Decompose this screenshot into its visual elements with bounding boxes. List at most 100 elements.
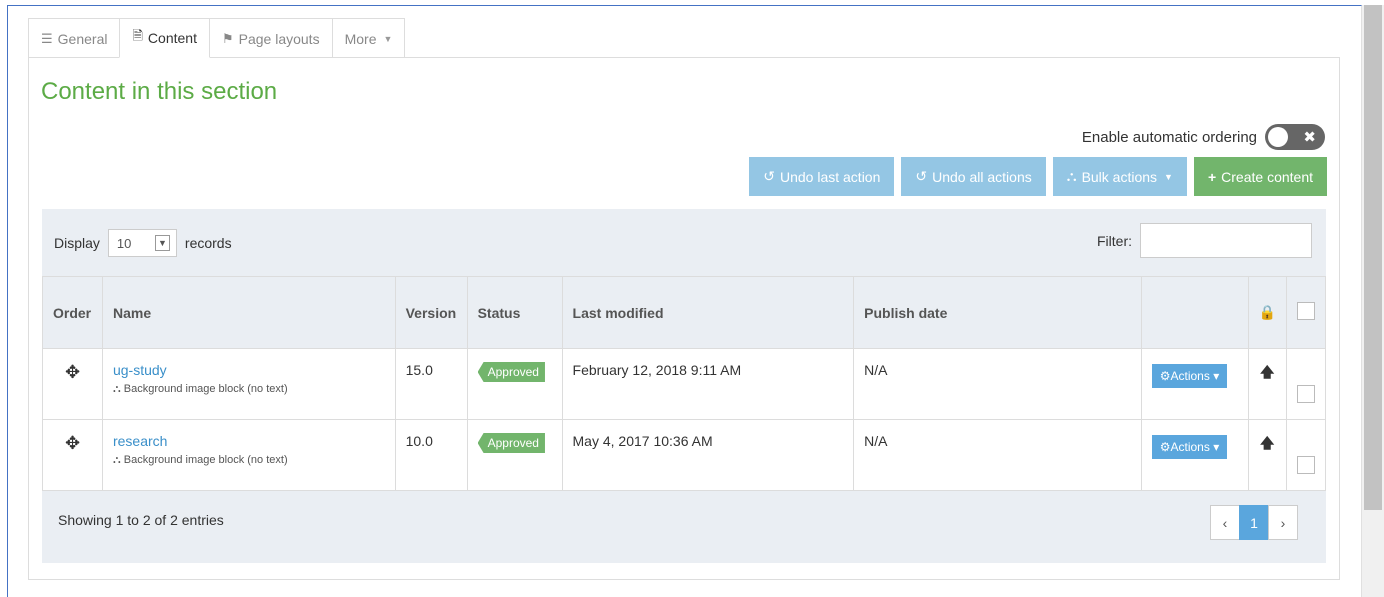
pagination: ‹ 1 › (1210, 505, 1298, 540)
bulk-actions-label: Bulk actions (1081, 168, 1158, 185)
col-version[interactable]: Version (394, 276, 468, 349)
undo-last-button[interactable]: ↺ Undo last action (749, 157, 895, 196)
col-actions (1140, 276, 1249, 349)
gear-icon: ⚙ (1159, 440, 1171, 454)
actions-dropdown[interactable]: ⚙Actions ▾ (1151, 435, 1228, 459)
content-table: Order Name Version Status Last modified … (42, 276, 1327, 491)
last-modified-cell: May 4, 2017 10:36 AM (561, 419, 855, 491)
undo-icon: ↺ (915, 168, 928, 184)
status-cell: Approved (466, 348, 563, 420)
row-checkbox[interactable] (1296, 385, 1315, 403)
create-content-button[interactable]: + Create content (1193, 157, 1327, 196)
prev-page-button[interactable]: ‹ (1210, 505, 1240, 540)
table-row: ✥ ug-study ⛬ Background image block (no … (42, 348, 1327, 420)
close-icon: ✖ (1303, 129, 1316, 146)
page-1-button[interactable]: 1 (1239, 505, 1269, 540)
lock-icon: 🔒 (1258, 304, 1276, 320)
content-type: ⛬ Background image block (no text) (113, 383, 385, 396)
filter-label: Filter: (1097, 232, 1132, 249)
content-link[interactable]: research (113, 433, 385, 449)
action-buttons: ↺ Undo last action ↺ Undo all actions ⛬ … (749, 157, 1327, 196)
undo-all-button[interactable]: ↺ Undo all actions (901, 157, 1046, 196)
bulk-actions-button[interactable]: ⛬ Bulk actions ▼ (1052, 157, 1187, 196)
col-publish-date[interactable]: Publish date (853, 276, 1142, 349)
filter-input[interactable] (1140, 223, 1312, 258)
tab-page-layouts[interactable]: ⚑ Page layouts (208, 18, 333, 58)
vertical-scrollbar[interactable] (1362, 5, 1384, 597)
name-cell: ug-study ⛬ Background image block (no te… (101, 348, 396, 420)
tab-more-label: More (344, 30, 377, 47)
content-type-label: Background image block (no text) (123, 454, 288, 466)
tab-general[interactable]: ☰ General (28, 18, 121, 58)
cubes-icon: ⛬ (112, 454, 124, 466)
version-cell: 10.0 (394, 419, 468, 491)
select-all-checkbox[interactable] (1296, 302, 1315, 320)
col-name[interactable]: Name (101, 276, 396, 349)
table-row: ✥ research ⛬ Background image block (no … (42, 419, 1327, 491)
records-select[interactable]: 10 ▼ (107, 229, 177, 257)
scrollbar-thumb[interactable] (1364, 5, 1382, 510)
arrow-up-icon[interactable]: 🡅 (1260, 435, 1274, 451)
sliders-icon: ☰ (41, 30, 53, 46)
col-status[interactable]: Status (466, 276, 563, 349)
plus-icon: + (1207, 168, 1217, 185)
actions-cell: ⚙Actions ▾ (1140, 419, 1249, 491)
auto-ordering-toggle[interactable]: ✖ (1265, 124, 1325, 150)
toggle-knob (1268, 127, 1288, 147)
undo-last-label: Undo last action (779, 168, 881, 185)
content-panel: Content in this section Enable automatic… (28, 57, 1340, 580)
actions-dropdown[interactable]: ⚙Actions ▾ (1151, 364, 1228, 388)
display-records-control: Display 10 ▼ records (54, 229, 232, 257)
actions-label: Actions (1170, 369, 1210, 383)
col-lock: 🔒 (1247, 276, 1287, 349)
col-order[interactable]: Order (42, 276, 103, 349)
caret-down-icon: ▼ (383, 33, 393, 44)
content-link[interactable]: ug-study (113, 362, 385, 378)
move-up-cell: 🡅 (1247, 348, 1287, 420)
chevron-down-icon: ▼ (154, 235, 170, 251)
move-up-cell: 🡅 (1247, 419, 1287, 491)
move-icon: ✥ (64, 362, 81, 382)
row-checkbox[interactable] (1296, 456, 1315, 474)
puzzle-icon: ⚑ (221, 30, 234, 46)
actions-label: Actions (1170, 440, 1210, 454)
drag-handle[interactable]: ✥ (42, 348, 103, 420)
next-page-button[interactable]: › (1268, 505, 1298, 540)
select-cell (1285, 419, 1327, 491)
undo-all-label: Undo all actions (932, 168, 1032, 185)
move-icon: ✥ (64, 433, 81, 453)
cubes-icon: ⛬ (112, 383, 124, 395)
status-badge: Approved (477, 433, 545, 453)
drag-handle[interactable]: ✥ (42, 419, 103, 491)
tab-content[interactable]: 🗎 Content (119, 18, 210, 58)
col-last-modified[interactable]: Last modified (561, 276, 855, 349)
tab-page-layouts-label: Page layouts (238, 30, 320, 47)
select-cell (1285, 348, 1327, 420)
create-content-label: Create content (1221, 168, 1313, 185)
content-type: ⛬ Background image block (no text) (113, 454, 385, 467)
tab-more[interactable]: More ▼ (331, 18, 406, 58)
gear-icon: ⚙ (1159, 369, 1171, 383)
entries-summary: Showing 1 to 2 of 2 entries (58, 512, 224, 528)
records-value: 10 (116, 235, 132, 251)
content-type-label: Background image block (no text) (123, 383, 288, 395)
display-label: Display (54, 235, 100, 251)
publish-date-cell: N/A (853, 348, 1142, 420)
auto-ordering-label: Enable automatic ordering (1081, 128, 1257, 146)
auto-ordering-control: Enable automatic ordering ✖ (1082, 124, 1325, 150)
publish-date-cell: N/A (853, 419, 1142, 491)
version-cell: 15.0 (394, 348, 468, 420)
cubes-icon: ⛬ (1066, 168, 1077, 184)
table-container: Display 10 ▼ records Filter: Order Name … (42, 209, 1327, 563)
filter-control: Filter: (1097, 223, 1312, 258)
status-badge: Approved (477, 362, 545, 382)
name-cell: research ⛬ Background image block (no te… (101, 419, 396, 491)
tab-bar: ☰ General 🗎 Content ⚑ Page layouts More … (28, 18, 406, 58)
actions-cell: ⚙Actions ▾ (1140, 348, 1249, 420)
col-select (1285, 276, 1327, 349)
page-title: Content in this section (41, 78, 278, 105)
table-header-row: Order Name Version Status Last modified … (42, 276, 1327, 349)
arrow-up-icon[interactable]: 🡅 (1260, 364, 1274, 380)
caret-down-icon: ▼ (1164, 171, 1173, 182)
status-cell: Approved (466, 419, 563, 491)
